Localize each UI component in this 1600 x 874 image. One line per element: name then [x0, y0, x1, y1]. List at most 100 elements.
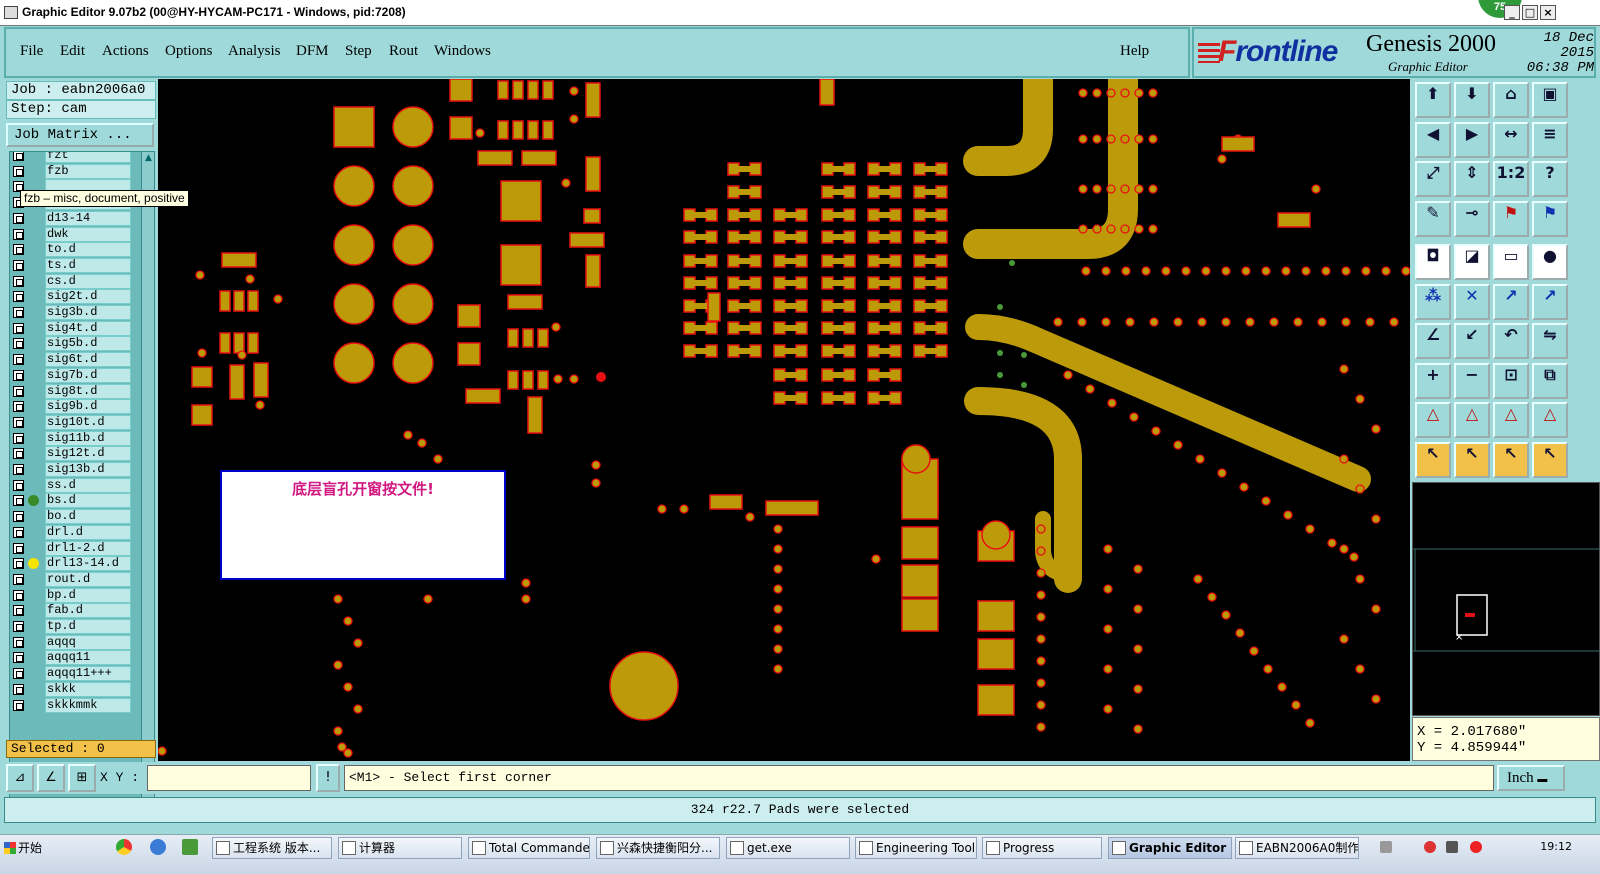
layer-name[interactable]: sig4t.d — [45, 320, 131, 336]
layer-row[interactable]: sig4t.d — [10, 320, 132, 336]
layer-checkbox[interactable] — [13, 322, 24, 334]
pointer-4-icon[interactable]: ↖ — [1532, 441, 1568, 478]
layer-name[interactable]: sig5b.d — [45, 336, 131, 352]
overview-map[interactable]: × — [1412, 482, 1600, 716]
group-icon[interactable]: ⧉ — [1532, 362, 1568, 399]
menu-file[interactable]: File — [20, 43, 43, 60]
layer-name[interactable]: aqqq — [45, 634, 131, 650]
layer-checkbox[interactable] — [13, 464, 24, 475]
open-step-icon[interactable]: ⬆ — [1415, 82, 1451, 118]
layer-checkbox[interactable] — [13, 636, 24, 648]
job-matrix-button[interactable]: Job Matrix ... — [6, 123, 154, 147]
layer-checkbox[interactable] — [13, 479, 24, 491]
taskbar-button[interactable]: EABN2006A0制作... — [1235, 837, 1359, 859]
pcb-view[interactable] — [158, 79, 1410, 761]
pointer-2-icon[interactable]: ↖ — [1454, 441, 1490, 478]
tray-g-icon[interactable] — [1470, 841, 1482, 853]
layer-row[interactable]: cs.d — [10, 273, 132, 289]
layer-row[interactable]: sig12t.d — [10, 446, 132, 462]
layer-row[interactable]: d13-14 — [10, 210, 132, 226]
layer-name[interactable]: d13-14 — [45, 210, 131, 226]
chrome-icon[interactable] — [116, 839, 132, 855]
layer-name[interactable]: fzb — [45, 163, 131, 179]
scale-icon[interactable]: ⊡ — [1493, 362, 1529, 399]
layer-row[interactable]: sig2t.d — [10, 289, 132, 305]
mirror-icon[interactable]: ⇋ — [1532, 323, 1568, 359]
layer-name[interactable]: skkk — [45, 681, 131, 697]
layer-checkbox[interactable] — [13, 668, 24, 680]
layer-checkbox[interactable] — [13, 354, 24, 366]
tray-red-icon[interactable] — [1424, 841, 1436, 853]
layer-name[interactable]: to.d✎ — [45, 242, 154, 258]
layer-name[interactable]: fzt — [45, 152, 131, 163]
pointer-3-icon[interactable]: ↖ — [1493, 441, 1529, 478]
taskbar-button[interactable]: Total Commander ... — [468, 837, 590, 859]
snap-angle-icon[interactable]: ∠ — [37, 764, 65, 792]
layer-name[interactable]: bo.d✎ — [45, 509, 154, 525]
triangle-3-icon[interactable]: △ — [1493, 402, 1529, 438]
layer-checkbox[interactable] — [13, 369, 24, 381]
layer-scrollbar[interactable]: ▲ ▼ — [141, 152, 154, 800]
layer-checkbox[interactable] — [13, 401, 24, 413]
menu-options[interactable]: Options — [165, 43, 213, 60]
layer-name[interactable]: rout.d — [45, 571, 131, 587]
layer-row[interactable]: to.d✎ — [10, 242, 154, 258]
fit-icon[interactable]: ⤢ — [1415, 161, 1451, 197]
menu-help[interactable]: Help — [1120, 43, 1149, 60]
layer-row[interactable]: dwk — [10, 226, 132, 242]
close-button[interactable]: × — [1540, 5, 1556, 20]
next-icon[interactable]: ▶ — [1454, 121, 1490, 158]
layer-checkbox[interactable] — [13, 495, 24, 507]
layer-row[interactable]: bs.d — [10, 493, 132, 509]
layer-row[interactable]: aqqq11 — [10, 650, 132, 666]
dot-icon[interactable]: ● — [1532, 244, 1568, 280]
layer-name[interactable]: sig2t.d — [45, 289, 131, 305]
layer-name[interactable]: sig11b.d — [45, 430, 131, 446]
layer-row[interactable]: sig3b.d — [10, 305, 132, 320]
connect-icon[interactable]: ⁂ — [1415, 283, 1451, 320]
save-icon[interactable]: ⬇ — [1454, 82, 1490, 118]
layer-row[interactable]: sig10t.d — [10, 414, 132, 430]
move-icon[interactable]: ↗ — [1493, 283, 1529, 320]
step-icon[interactable]: ≡ — [1532, 121, 1568, 158]
layer-row[interactable]: ss.d — [10, 477, 132, 493]
layer-checkbox[interactable] — [13, 212, 24, 224]
layer-blue-icon[interactable]: ⚑ — [1532, 200, 1568, 237]
snap-center-icon[interactable]: ⊞ — [68, 764, 96, 792]
layer-checkbox[interactable] — [13, 416, 24, 428]
copy-icon[interactable]: ↗ — [1532, 283, 1568, 320]
layer-checkbox[interactable] — [13, 699, 24, 711]
layer-name[interactable]: tp.d — [45, 619, 131, 634]
layer-row[interactable]: skkkmmk — [10, 697, 132, 713]
layer-checkbox[interactable] — [13, 589, 24, 601]
taskbar-button[interactable]: 工程系统 版本... — [212, 837, 332, 859]
layer-row[interactable]: sig6t.d — [10, 352, 132, 368]
layer-name[interactable]: drl13-14.d — [45, 556, 131, 572]
layer-checkbox[interactable] — [13, 244, 24, 256]
layer-checkbox[interactable] — [13, 558, 24, 570]
layer-checkbox[interactable] — [13, 683, 24, 695]
ruler-icon[interactable]: ▭ — [1493, 244, 1529, 280]
layer-checkbox[interactable] — [13, 448, 24, 460]
layer-checkbox[interactable] — [13, 605, 24, 617]
layer-row[interactable]: sig5b.d — [10, 336, 132, 352]
layer-row[interactable]: drl.d — [10, 524, 132, 540]
layer-row[interactable]: sig9b.d — [10, 399, 132, 415]
layer-checkbox[interactable] — [13, 307, 24, 318]
minimize-button[interactable]: _ — [1504, 5, 1520, 20]
layer-row[interactable]: rout.d — [10, 571, 132, 587]
warning-button[interactable]: ! — [316, 764, 340, 792]
add-icon[interactable]: + — [1415, 362, 1451, 399]
layer-row[interactable]: aqqq11+++ — [10, 666, 132, 682]
taskbar-button[interactable]: Graphic Editor 9.... — [1108, 837, 1232, 859]
layer-name[interactable]: drl.d — [45, 524, 131, 540]
layer-row[interactable]: drl13-14.d — [10, 556, 132, 572]
layer-checkbox[interactable] — [13, 542, 24, 554]
feature-icon[interactable]: ◘ — [1415, 244, 1451, 280]
ie-icon[interactable] — [150, 839, 166, 855]
menu-step[interactable]: Step — [345, 43, 372, 60]
rotate-icon[interactable]: ◪ — [1454, 244, 1490, 280]
layer-name[interactable]: bp.d — [45, 587, 131, 603]
taskbar-button[interactable]: Progress — [982, 837, 1102, 859]
undo-icon[interactable]: ↶ — [1493, 323, 1529, 359]
